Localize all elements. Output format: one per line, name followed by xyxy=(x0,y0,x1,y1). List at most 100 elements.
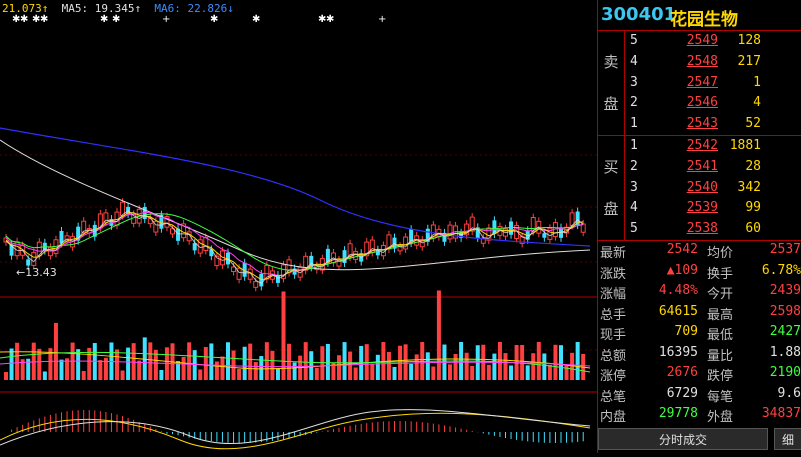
stat-value: 2598 xyxy=(769,303,801,319)
stat-label: 最新 xyxy=(600,246,627,261)
kline-svg[interactable]: ✱ ✱ ✱ ✱ ✱ ✱ + ✱ ✱ ✱ ✱ + xyxy=(0,0,597,453)
volume-bar xyxy=(486,364,491,380)
stat-row: 总额 16395 量比 1.88 xyxy=(598,343,801,364)
buy-level: 3 xyxy=(630,179,638,195)
stat-label: 外盘 xyxy=(707,410,734,425)
event-marker: ✱ xyxy=(210,14,218,25)
stock-name: 花园生物 xyxy=(670,10,738,30)
volume-bar xyxy=(536,342,541,380)
volume-bar xyxy=(425,352,430,380)
candle-body xyxy=(275,275,280,283)
volume-bar xyxy=(126,347,131,380)
volume-bar xyxy=(448,364,452,380)
buy-book: 买 盘 1 2542 1881 2 2541 28 3 2540 342 4 2539 99 5 2538… xyxy=(598,136,801,241)
candle-body xyxy=(259,273,264,287)
stat-value: 4.48% xyxy=(658,283,698,298)
volume-bar xyxy=(226,342,230,380)
stat-label: 总手 xyxy=(600,307,627,323)
candle-body xyxy=(447,224,453,240)
volume-bar xyxy=(131,343,136,380)
stat-value: 64615 xyxy=(658,303,698,319)
buy-price: 2542 xyxy=(686,138,718,153)
tab-timeshare-trades[interactable]: 分时成交 xyxy=(598,428,768,450)
volume-bar xyxy=(275,368,280,380)
buy-level: 1 xyxy=(630,138,638,153)
event-marker: + xyxy=(378,14,386,25)
buy-row-2[interactable]: 2 2541 28 xyxy=(628,157,801,178)
sell-price: 2547 xyxy=(686,74,718,90)
buy-row-3[interactable]: 3 2540 342 xyxy=(628,178,801,199)
stat-label: 涨幅 xyxy=(600,287,627,302)
stat-value: 1.88 xyxy=(769,344,801,360)
stat-row: 总手 64615 最高 2598 xyxy=(598,302,801,323)
sell-price: 2549 xyxy=(686,33,718,48)
stat-value: 2676 xyxy=(666,365,698,380)
candle-body xyxy=(542,233,547,238)
buy-volume: 28 xyxy=(745,158,761,174)
candle-body xyxy=(31,252,37,266)
sell-volume: 52 xyxy=(745,116,761,132)
volume-bar xyxy=(525,365,530,380)
volume-bar xyxy=(120,370,125,380)
event-marker: ✱ xyxy=(252,14,260,25)
volume-bar xyxy=(575,342,580,380)
sell-level: 5 xyxy=(630,33,638,48)
buy-level: 5 xyxy=(630,221,638,237)
buy-label-2: 盘 xyxy=(603,200,619,218)
buy-volume: 60 xyxy=(745,221,761,237)
candle-body xyxy=(26,259,31,266)
buy-row-5[interactable]: 5 2538 60 xyxy=(628,219,801,240)
ma-legend-3: MA6: 22.826↓ xyxy=(154,2,234,15)
sell-volume: 4 xyxy=(753,95,761,111)
volume-bar xyxy=(203,347,208,380)
buy-row-4[interactable]: 4 2539 99 xyxy=(628,198,801,219)
event-marker: ✱ xyxy=(326,14,334,25)
sell-row-1[interactable]: 1 2543 52 xyxy=(628,114,801,135)
volume-bar xyxy=(470,365,475,380)
kline-chart[interactable]: ✱ ✱ ✱ ✱ ✱ ✱ + ✱ ✱ ✱ ✱ + 21.073↑ MA5: 19.345↑ MA6: 2… xyxy=(0,0,597,453)
sell-level: 4 xyxy=(630,53,638,69)
ma-legend-2: MA5: 19.345↑ xyxy=(61,2,142,15)
sell-label-2: 盘 xyxy=(603,95,619,113)
volume-bar xyxy=(242,346,247,380)
volume-bar xyxy=(337,355,341,380)
volume-bar xyxy=(303,342,308,380)
volume-bar xyxy=(81,370,86,380)
buy-level: 4 xyxy=(630,200,638,216)
low-price-marker: ←13.43 xyxy=(16,266,57,279)
volume-bar xyxy=(370,363,375,380)
stat-value: 16395 xyxy=(658,344,698,360)
stat-label: 现手 xyxy=(600,328,627,343)
stock-header: 300401 花园生物 xyxy=(598,0,801,31)
sell-row-5[interactable]: 5 2549 128 xyxy=(628,31,801,52)
stat-value: 6.78% xyxy=(761,262,801,278)
sell-label-1: 卖 xyxy=(603,53,619,71)
volume-bar xyxy=(314,367,319,380)
stat-value: ▲109 xyxy=(666,262,698,278)
volume-bar xyxy=(503,353,508,380)
candle-body xyxy=(253,281,259,288)
volume-bar xyxy=(248,343,253,380)
volume-bar xyxy=(159,369,164,380)
sell-row-3[interactable]: 3 2547 1 xyxy=(628,73,801,94)
stat-value: 2439 xyxy=(769,283,801,298)
buy-row-1[interactable]: 1 2542 1881 xyxy=(628,136,801,157)
buy-price: 2540 xyxy=(686,179,718,195)
volume-bar xyxy=(4,372,8,380)
volume-bar xyxy=(237,368,242,380)
sell-row-4[interactable]: 4 2548 217 xyxy=(628,52,801,73)
stat-label: 最低 xyxy=(707,328,734,343)
stat-value: 29778 xyxy=(658,406,698,421)
volume-bar xyxy=(542,353,547,380)
sell-row-2[interactable]: 2 2546 4 xyxy=(628,93,801,114)
volume-bar xyxy=(148,342,153,380)
stat-label: 跌停 xyxy=(707,369,734,384)
volume-bar xyxy=(270,350,275,380)
stat-label: 总额 xyxy=(600,348,627,364)
volume-bar xyxy=(309,351,314,380)
volume-bar xyxy=(342,342,347,380)
tab-detail[interactable]: 细 xyxy=(774,428,801,450)
buy-volume: 1881 xyxy=(729,138,761,153)
volume-bar xyxy=(187,342,192,380)
buy-price: 2541 xyxy=(686,158,718,174)
